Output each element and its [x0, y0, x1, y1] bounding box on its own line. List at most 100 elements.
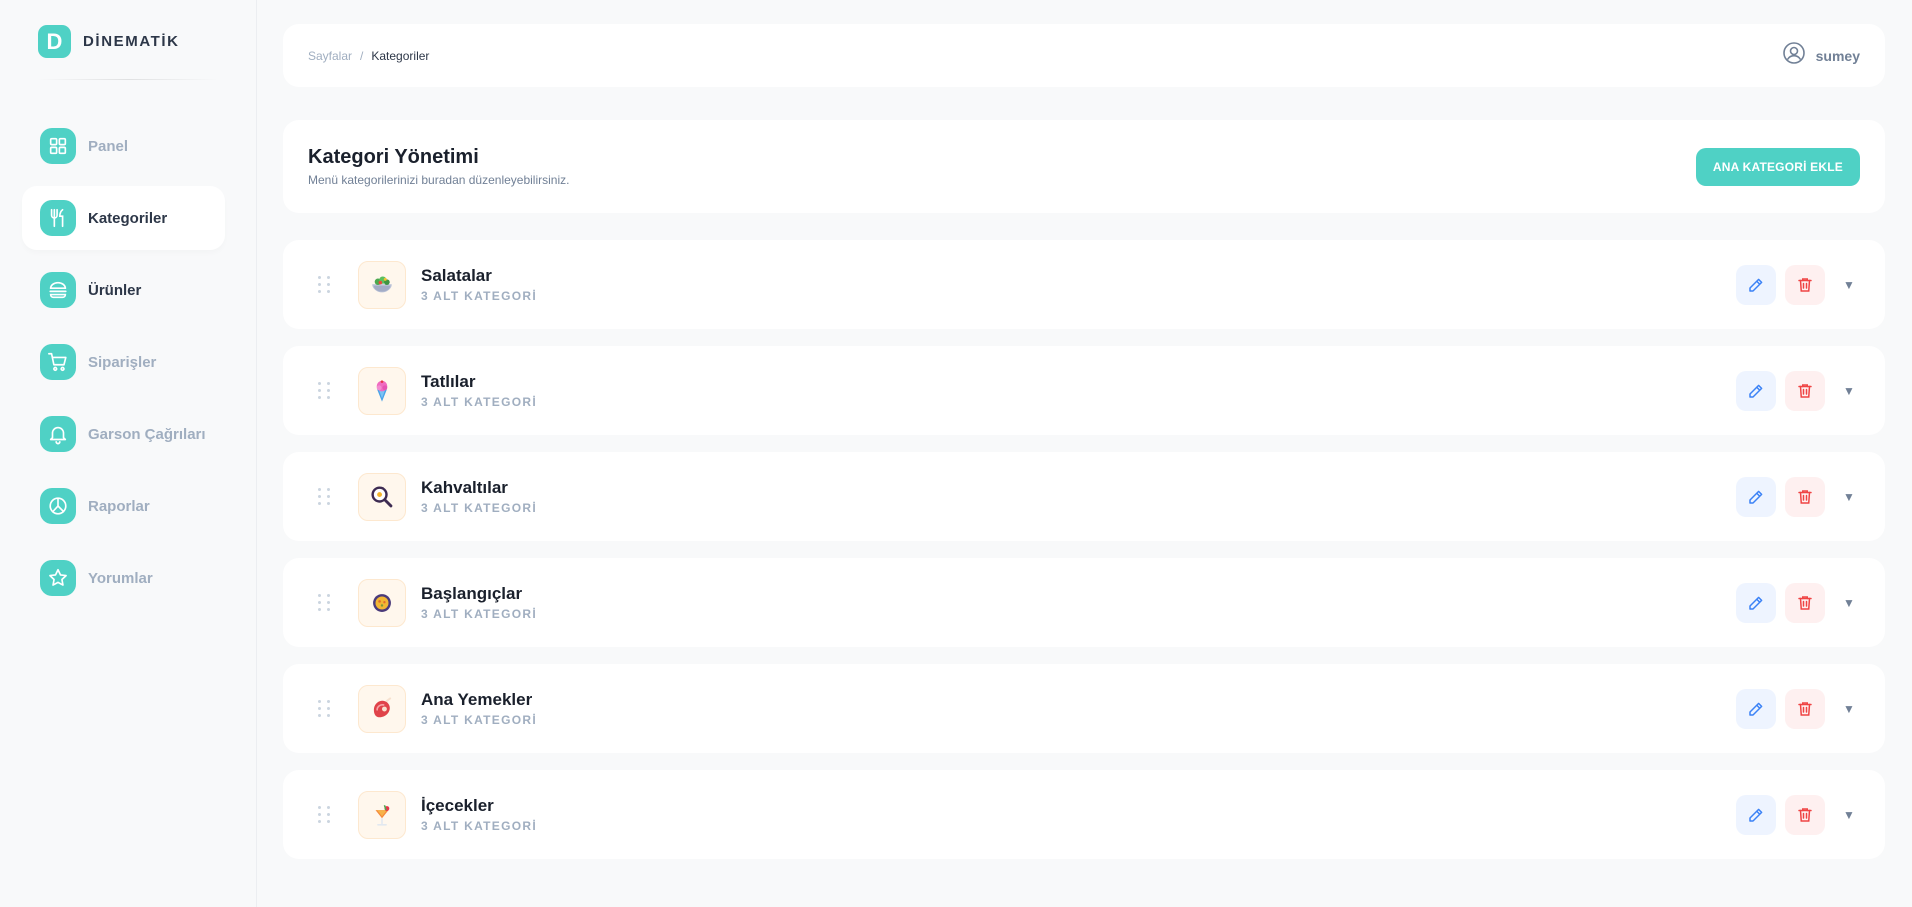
category-name: Kahvaltılar: [421, 478, 508, 497]
breadcrumb-root[interactable]: Sayfalar: [308, 49, 352, 63]
edit-button[interactable]: [1736, 264, 1776, 305]
drag-handle-icon[interactable]: [318, 805, 334, 824]
sidebar-item-urunler[interactable]: Ürünler: [22, 258, 225, 322]
edit-button[interactable]: [1736, 476, 1776, 517]
delete-button[interactable]: [1785, 476, 1825, 517]
page-header: Kategori Yönetimi Menü kategorilerinizi …: [283, 120, 1885, 213]
page-header-text: Kategori Yönetimi Menü kategorilerinizi …: [308, 146, 569, 187]
drag-handle-icon[interactable]: [318, 275, 334, 294]
breadcrumb-current: Kategoriler: [371, 48, 430, 63]
sidebar-item-label: Panel: [88, 137, 129, 155]
expand-chevron-icon[interactable]: ▼: [1843, 278, 1855, 292]
page-subtitle: Menü kategorilerinizi buradan düzenleyeb…: [308, 173, 570, 187]
delete-button[interactable]: [1785, 264, 1825, 305]
expand-chevron-icon[interactable]: ▼: [1843, 596, 1855, 610]
user-name: sumey: [1815, 47, 1860, 64]
subcategory-count: 3 ALT KATEGORİ: [421, 607, 537, 621]
category-name: Tatlılar: [421, 372, 476, 391]
sidebar: D DİNEMATİK Panel Kategoriler Ürünler Si…: [0, 0, 257, 907]
brand[interactable]: D DİNEMATİK: [38, 25, 180, 58]
utensils-icon: [40, 200, 76, 236]
meat-icon: [358, 684, 406, 733]
drag-handle-icon[interactable]: [318, 381, 334, 400]
category-name: Başlangıçlar: [421, 584, 523, 603]
frying-pan-icon: [358, 472, 406, 521]
sidebar-item-garson-cagrilari[interactable]: Garson Çağrıları: [22, 402, 225, 466]
pencil-icon: [1749, 808, 1763, 822]
sidebar-item-siparisler[interactable]: Siparişler: [22, 330, 225, 394]
top-bar: Sayfalar / Kategoriler sumey: [283, 24, 1885, 87]
sidebar-item-label: Siparişler: [88, 353, 157, 371]
sidebar-item-yorumlar[interactable]: Yorumlar: [22, 546, 225, 610]
category-row[interactable]: Tatlılar 3 ALT KATEGORİ ▼: [283, 346, 1885, 435]
salad-icon: [358, 260, 406, 309]
burger-icon: [40, 272, 76, 308]
pencil-icon: [1749, 278, 1763, 292]
sidebar-item-label: Garson Çağrıları: [88, 425, 206, 443]
page-title: Kategori Yönetimi: [308, 146, 479, 168]
trash-icon: [1798, 277, 1812, 292]
drag-handle-icon[interactable]: [318, 699, 334, 718]
bell-icon: [40, 416, 76, 452]
trash-icon: [1798, 383, 1812, 398]
pencil-icon: [1749, 596, 1763, 610]
expand-chevron-icon[interactable]: ▼: [1843, 490, 1855, 504]
grid-icon: [40, 128, 76, 164]
category-row[interactable]: Salatalar 3 ALT KATEGORİ ▼: [283, 240, 1885, 329]
user-icon: [1782, 41, 1806, 70]
category-actions: ▼: [1736, 688, 1855, 729]
star-icon: [40, 560, 76, 596]
cart-icon: [40, 344, 76, 380]
expand-chevron-icon[interactable]: ▼: [1843, 702, 1855, 716]
delete-button[interactable]: [1785, 582, 1825, 623]
category-list: Salatalar 3 ALT KATEGORİ ▼ Tatlılar 3 AL…: [283, 240, 1885, 876]
add-main-category-button[interactable]: ANA KATEGORİ EKLE: [1695, 147, 1860, 186]
trash-icon: [1798, 701, 1812, 716]
edit-button[interactable]: [1736, 794, 1776, 835]
sidebar-item-label: Kategoriler: [88, 209, 168, 227]
trash-icon: [1798, 807, 1812, 822]
sidebar-item-panel[interactable]: Panel: [22, 114, 225, 178]
category-row[interactable]: İçecekler 3 ALT KATEGORİ ▼: [283, 770, 1885, 859]
category-text: Kahvaltılar 3 ALT KATEGORİ: [421, 478, 537, 515]
breadcrumb-separator: /: [360, 48, 364, 63]
category-actions: ▼: [1736, 264, 1855, 305]
category-name: Salatalar: [421, 266, 492, 285]
breadcrumb: Sayfalar / Kategoriler: [308, 47, 429, 65]
category-actions: ▼: [1736, 582, 1855, 623]
category-row[interactable]: Başlangıçlar 3 ALT KATEGORİ ▼: [283, 558, 1885, 647]
drag-handle-icon[interactable]: [318, 487, 334, 506]
sidebar-item-label: Ürünler: [88, 281, 142, 299]
edit-button[interactable]: [1736, 370, 1776, 411]
pencil-icon: [1749, 702, 1763, 716]
edit-button[interactable]: [1736, 688, 1776, 729]
sidebar-item-label: Yorumlar: [88, 569, 153, 587]
delete-button[interactable]: [1785, 688, 1825, 729]
cocktail-icon: [358, 790, 406, 839]
user-menu[interactable]: sumey: [1782, 41, 1860, 70]
brand-logo: D: [38, 25, 71, 58]
expand-chevron-icon[interactable]: ▼: [1843, 808, 1855, 822]
category-name: Ana Yemekler: [421, 690, 533, 709]
ice-cream-icon: [358, 366, 406, 415]
soup-bowl-icon: [358, 578, 406, 627]
subcategory-count: 3 ALT KATEGORİ: [421, 501, 537, 515]
delete-button[interactable]: [1785, 794, 1825, 835]
delete-button[interactable]: [1785, 370, 1825, 411]
subcategory-count: 3 ALT KATEGORİ: [421, 289, 537, 303]
category-text: Salatalar 3 ALT KATEGORİ: [421, 266, 537, 303]
sidebar-nav: Panel Kategoriler Ürünler Siparişler Gar…: [22, 114, 225, 618]
sidebar-item-kategoriler[interactable]: Kategoriler: [22, 186, 225, 250]
drag-handle-icon[interactable]: [318, 593, 334, 612]
category-actions: ▼: [1736, 370, 1855, 411]
category-row[interactable]: Kahvaltılar 3 ALT KATEGORİ ▼: [283, 452, 1885, 541]
sidebar-item-label: Raporlar: [88, 497, 150, 515]
pie-chart-icon: [40, 488, 76, 524]
sidebar-item-raporlar[interactable]: Raporlar: [22, 474, 225, 538]
trash-icon: [1798, 489, 1812, 504]
category-row[interactable]: Ana Yemekler 3 ALT KATEGORİ ▼: [283, 664, 1885, 753]
subcategory-count: 3 ALT KATEGORİ: [421, 819, 537, 833]
expand-chevron-icon[interactable]: ▼: [1843, 384, 1855, 398]
edit-button[interactable]: [1736, 582, 1776, 623]
category-text: İçecekler 3 ALT KATEGORİ: [421, 796, 537, 833]
